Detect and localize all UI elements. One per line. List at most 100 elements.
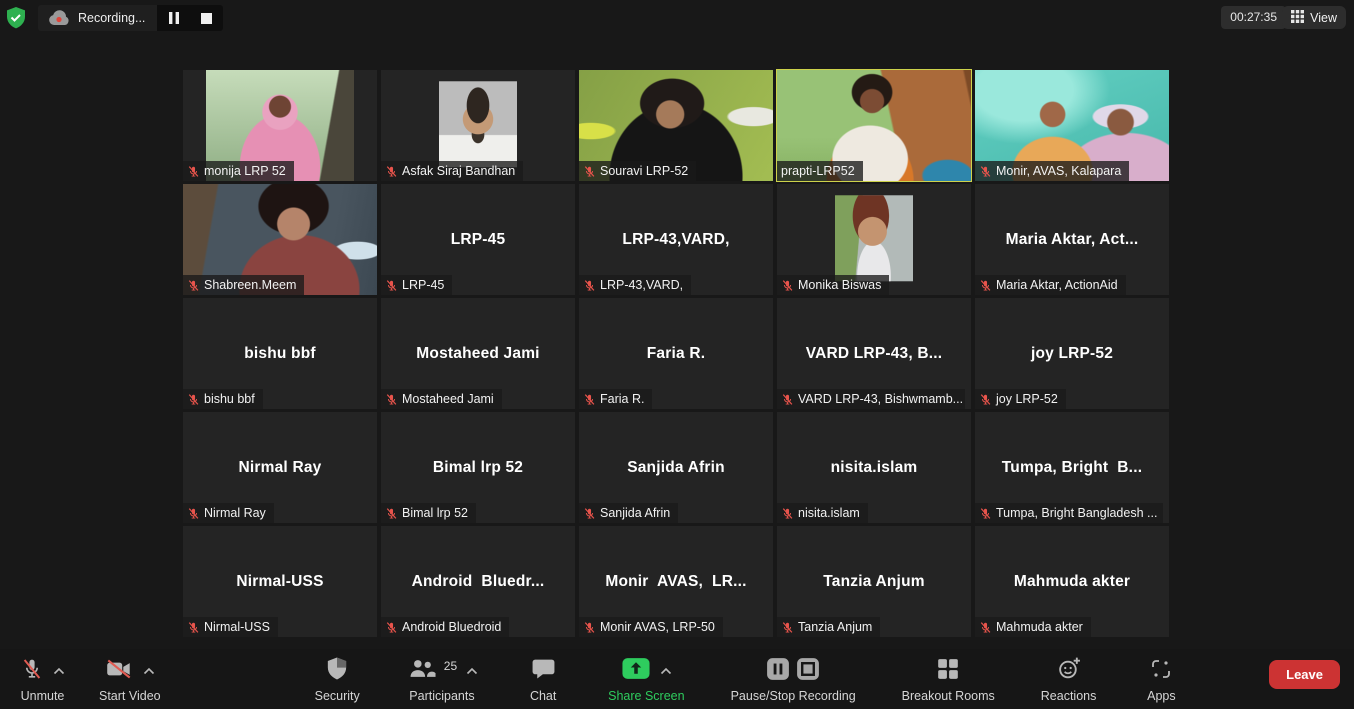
participant-tile[interactable]: LRP-45 LRP-45 bbox=[381, 184, 575, 295]
security-label: Security bbox=[315, 689, 360, 703]
apps-button[interactable]: Apps bbox=[1134, 653, 1188, 705]
participant-tile[interactable]: nisita.islam nisita.islam bbox=[777, 412, 971, 523]
breakout-rooms-label: Breakout Rooms bbox=[902, 689, 995, 703]
unmute-options-chevron-icon[interactable] bbox=[53, 662, 65, 680]
participant-name-label: bishu bbf bbox=[183, 389, 263, 409]
apps-icon bbox=[1149, 657, 1173, 686]
muted-mic-icon bbox=[583, 507, 596, 520]
muted-mic-icon bbox=[187, 621, 200, 634]
start-video-button[interactable]: Start Video bbox=[91, 653, 169, 705]
participant-name-text: joy LRP-52 bbox=[996, 392, 1058, 406]
muted-mic-icon bbox=[385, 621, 398, 634]
view-button[interactable]: View bbox=[1282, 6, 1346, 29]
muted-mic-icon bbox=[781, 279, 794, 292]
participant-name-text: Souravi LRP-52 bbox=[600, 164, 688, 178]
breakout-rooms-button[interactable]: Breakout Rooms bbox=[894, 653, 1003, 705]
participant-tile[interactable]: Nirmal-USS Nirmal-USS bbox=[183, 526, 377, 637]
participant-name-text: Nirmal Ray bbox=[204, 506, 266, 520]
participant-tile[interactable]: Faria R. Faria R. bbox=[579, 298, 773, 409]
reactions-button[interactable]: Reactions bbox=[1033, 653, 1105, 705]
participant-name-text: Monika Biswas bbox=[798, 278, 881, 292]
share-screen-options-chevron-icon[interactable] bbox=[660, 662, 672, 680]
participant-tile[interactable]: Asfak Siraj Bandhan bbox=[381, 70, 575, 181]
pause-stop-recording-button[interactable]: Pause/Stop Recording bbox=[723, 653, 864, 705]
reactions-label: Reactions bbox=[1041, 689, 1097, 703]
participant-name-label: Souravi LRP-52 bbox=[579, 161, 696, 181]
participant-tile[interactable]: bishu bbf bishu bbf bbox=[183, 298, 377, 409]
share-screen-button[interactable]: Share Screen bbox=[600, 653, 692, 705]
unmute-button[interactable]: Unmute bbox=[12, 653, 73, 705]
muted-mic-icon bbox=[187, 507, 200, 520]
participants-options-chevron-icon[interactable] bbox=[466, 662, 478, 680]
shield-icon bbox=[326, 656, 348, 686]
pause-recording-button[interactable] bbox=[165, 9, 183, 27]
participant-name-label: Nirmal-USS bbox=[183, 617, 278, 637]
participant-name-label: Nirmal Ray bbox=[183, 503, 274, 523]
toolbar-center-group: Security 25 Participants Chat bbox=[307, 653, 1189, 705]
participant-name-text: Maria Aktar, ActionAid bbox=[996, 278, 1118, 292]
participant-tile[interactable]: Nirmal Ray Nirmal Ray bbox=[183, 412, 377, 523]
participant-name-label: Tumpa, Bright Bangladesh ... bbox=[975, 503, 1163, 523]
participant-tile[interactable]: Android Bluedr... Android Bluedroid bbox=[381, 526, 575, 637]
muted-mic-icon bbox=[187, 279, 200, 292]
chat-button[interactable]: Chat bbox=[516, 653, 570, 705]
muted-mic-icon bbox=[385, 279, 398, 292]
participant-tile[interactable]: Mostaheed Jami Mostaheed Jami bbox=[381, 298, 575, 409]
participant-name-text: Tumpa, Bright Bangladesh ... bbox=[996, 506, 1157, 520]
participant-tile[interactable]: Monir, AVAS, Kalapara bbox=[975, 70, 1169, 181]
participant-tile[interactable]: monija LRP 52 bbox=[183, 70, 377, 181]
muted-mic-icon bbox=[583, 621, 596, 634]
participant-name-label: joy LRP-52 bbox=[975, 389, 1066, 409]
participant-tile[interactable]: Shabreen.Meem bbox=[183, 184, 377, 295]
participant-tile[interactable]: Sanjida Afrin Sanjida Afrin bbox=[579, 412, 773, 523]
meeting-timer: 00:27:35 bbox=[1221, 6, 1286, 29]
recording-indicator: Recording... bbox=[38, 5, 223, 31]
meeting-security-shield-icon[interactable] bbox=[6, 7, 26, 29]
stop-recording-button[interactable] bbox=[197, 9, 215, 27]
participant-name-label: nisita.islam bbox=[777, 503, 868, 523]
participants-button[interactable]: 25 Participants bbox=[398, 653, 486, 705]
pause-recording-icon[interactable] bbox=[766, 657, 790, 686]
participant-tile[interactable]: Monika Biswas bbox=[777, 184, 971, 295]
participant-tile[interactable]: Souravi LRP-52 bbox=[579, 70, 773, 181]
participant-name-label: Monika Biswas bbox=[777, 275, 889, 295]
participant-name-text: Nirmal-USS bbox=[204, 620, 270, 634]
participant-tile[interactable]: Tumpa, Bright B... Tumpa, Bright Banglad… bbox=[975, 412, 1169, 523]
muted-mic-icon bbox=[187, 393, 200, 406]
participant-name-label: VARD LRP-43, Bishwmamb... bbox=[777, 389, 965, 409]
participant-name-label: Maria Aktar, ActionAid bbox=[975, 275, 1126, 295]
participants-label: Participants bbox=[409, 689, 474, 703]
breakout-grid-icon bbox=[936, 657, 960, 686]
participant-tile[interactable]: joy LRP-52 joy LRP-52 bbox=[975, 298, 1169, 409]
pause-stop-recording-label: Pause/Stop Recording bbox=[731, 689, 856, 703]
start-video-label: Start Video bbox=[99, 689, 161, 703]
participant-name-label: monija LRP 52 bbox=[183, 161, 294, 181]
participant-tile[interactable]: Mahmuda akter Mahmuda akter bbox=[975, 526, 1169, 637]
participant-tile[interactable]: prapti-LRP52 bbox=[777, 70, 971, 181]
muted-mic-icon bbox=[583, 279, 596, 292]
muted-mic-icon bbox=[583, 393, 596, 406]
participant-tile[interactable]: Tanzia Anjum Tanzia Anjum bbox=[777, 526, 971, 637]
participant-tile[interactable]: Maria Aktar, Act... Maria Aktar, ActionA… bbox=[975, 184, 1169, 295]
participant-name-text: LRP-43,VARD, bbox=[600, 278, 683, 292]
muted-mic-icon bbox=[781, 393, 794, 406]
participant-tile[interactable]: LRP-43,VARD, LRP-43,VARD, bbox=[579, 184, 773, 295]
participant-name-label: Monir AVAS, LRP-50 bbox=[579, 617, 723, 637]
share-screen-icon bbox=[621, 656, 651, 686]
start-video-options-chevron-icon[interactable] bbox=[143, 662, 155, 680]
participant-tile[interactable]: VARD LRP-43, B... VARD LRP-43, Bishwmamb… bbox=[777, 298, 971, 409]
participant-name-text: monija LRP 52 bbox=[204, 164, 286, 178]
leave-button[interactable]: Leave bbox=[1269, 660, 1340, 689]
participant-avatar bbox=[439, 81, 517, 167]
muted-mic-icon bbox=[583, 165, 596, 178]
stop-recording-icon[interactable] bbox=[796, 657, 820, 686]
participant-tile[interactable]: Bimal lrp 52 Bimal lrp 52 bbox=[381, 412, 575, 523]
recording-label: Recording... bbox=[78, 11, 157, 25]
participant-name-label: Android Bluedroid bbox=[381, 617, 509, 637]
smiley-plus-icon bbox=[1056, 656, 1082, 686]
gallery-grid-icon bbox=[1291, 10, 1304, 26]
chat-bubble-icon bbox=[531, 656, 556, 686]
participant-name-text: Sanjida Afrin bbox=[600, 506, 670, 520]
security-button[interactable]: Security bbox=[307, 653, 368, 705]
participant-tile[interactable]: Monir AVAS, LR... Monir AVAS, LRP-50 bbox=[579, 526, 773, 637]
